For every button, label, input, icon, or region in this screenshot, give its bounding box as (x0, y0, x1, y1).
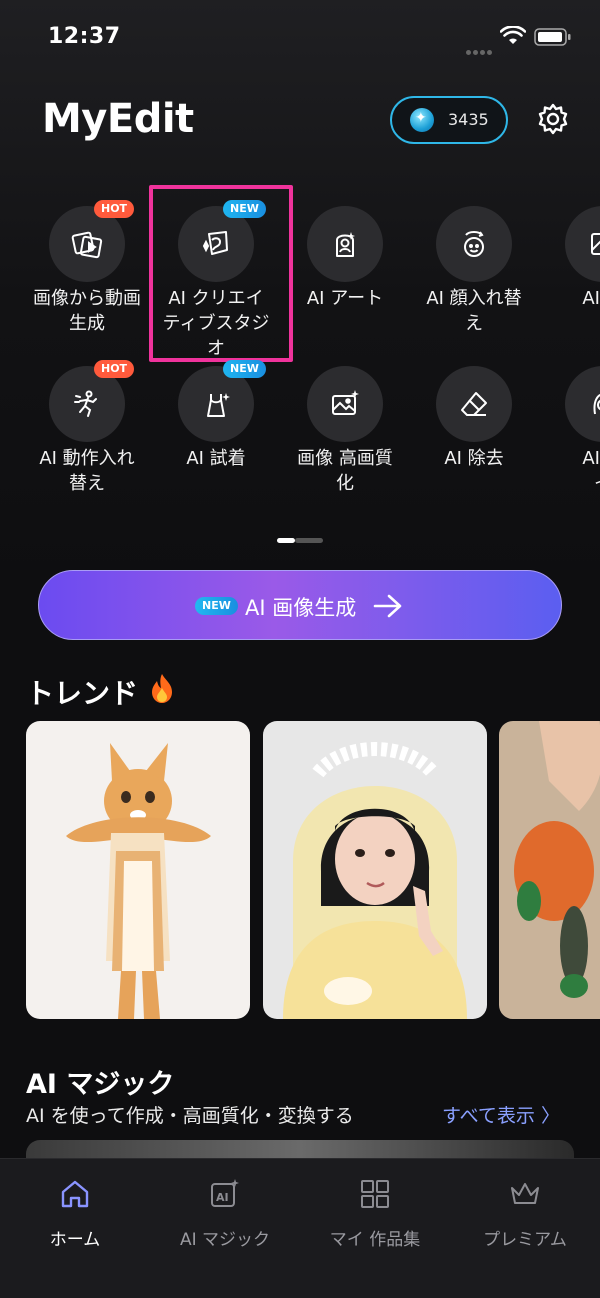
status-time: 12:37 (48, 24, 121, 49)
see-all-link[interactable]: すべて表示 〉 (442, 1101, 560, 1128)
nav-my-works[interactable]: マイ 作品集 (300, 1177, 450, 1250)
hot-badge: HOT (94, 200, 135, 218)
battery-icon (534, 28, 571, 46)
nav-label: AI マジック (179, 1230, 271, 1250)
ai-magic-subtitle: AI を使って作成・高画質化・変換する (26, 1105, 354, 1127)
ai-image-generate-button[interactable]: NEW AI 画像生成 (38, 570, 562, 640)
hot-badge: HOT (94, 360, 135, 378)
credit-gem-icon (410, 108, 434, 132)
page-dot[interactable] (295, 538, 323, 543)
trend-card[interactable] (26, 721, 250, 1019)
replace-icon (565, 206, 600, 282)
art-icon (307, 206, 383, 282)
tool-label: 画像 高画質 化 (297, 448, 393, 494)
status-bar: 12:37 (0, 0, 600, 80)
tool-label: AI アート (306, 288, 384, 309)
crown-icon (511, 1183, 539, 1204)
fire-icon (152, 674, 172, 703)
nav-home[interactable]: ホーム (0, 1177, 150, 1250)
nav-label: マイ 作品集 (329, 1230, 421, 1250)
home-icon (61, 1180, 89, 1208)
trend-card[interactable] (499, 721, 600, 1019)
tool-label: AI ヘ イ (582, 448, 600, 494)
new-badge: NEW (223, 360, 266, 378)
svg-text:AI: AI (216, 1191, 229, 1204)
eraser-icon (436, 366, 512, 442)
tool-label: AI 顔入れ替 え (426, 288, 522, 334)
tool-label: AI 動作入れ 替え (39, 448, 135, 494)
generate-label: AI 画像生成 (245, 596, 357, 620)
trend-card-image-toy (499, 721, 600, 1019)
new-badge: NEW (195, 597, 238, 615)
credits-button[interactable]: 3435 (390, 96, 508, 144)
nav-ai-magic[interactable]: AI AI マジック (150, 1177, 300, 1250)
trend-card[interactable] (263, 721, 487, 1019)
grid-icon (361, 1180, 389, 1208)
nav-label: ホーム (49, 1230, 101, 1250)
trend-card-image-cat (26, 721, 250, 1019)
tool-label: AI 置 (582, 288, 600, 309)
signal-icon (466, 40, 494, 55)
ai-magic-title: AI マジック (26, 1069, 175, 1100)
credit-count: 3435 (448, 110, 489, 129)
app-title: MyEdit (42, 96, 194, 142)
nav-premium[interactable]: プレミアム (450, 1177, 600, 1250)
bottom-nav: ホーム AI AI マジック マイ 作品集 プレミアム (0, 1158, 600, 1298)
tool-label: 画像から動画 生成 (33, 288, 141, 334)
tool-label: AI 除去 (444, 448, 504, 469)
selection-highlight (149, 185, 293, 362)
hair-icon (565, 366, 600, 442)
trend-card-image-person (263, 721, 487, 1019)
ai-magic-icon: AI (211, 1179, 239, 1207)
page-dot-active (277, 538, 295, 543)
tool-label: AI 試着 (186, 448, 246, 469)
gear-icon[interactable] (536, 102, 570, 136)
enhance-icon (307, 366, 383, 442)
trend-title: トレンド (26, 677, 139, 710)
app-screen: 12:37 MyEdit 3435 HOT 画像から動画 生成 (0, 0, 600, 1298)
face-swap-icon (436, 206, 512, 282)
page-indicator (277, 538, 323, 543)
wifi-icon (500, 26, 526, 44)
nav-label: プレミアム (483, 1230, 567, 1250)
arrow-right-icon (373, 594, 402, 618)
